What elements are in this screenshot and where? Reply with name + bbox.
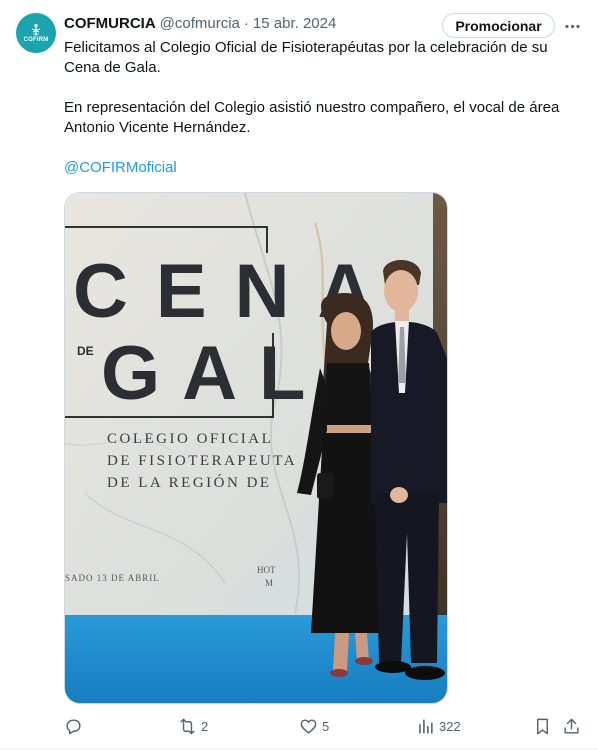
tweet-date[interactable]: 15 abr. 2024 (253, 15, 336, 32)
views-chart-icon (419, 718, 433, 734)
caduceus-figure-icon (31, 23, 41, 36)
share-icon (564, 718, 579, 734)
more-horizontal-icon (564, 24, 580, 28)
tweet-text-paragraph-1: Felicitamos al Colegio Oficial de Fisiot… (64, 39, 548, 76)
photo-scene: CENA DE GALA COLEGIO OFICIAL DE FISIOTER… (65, 193, 447, 703)
banner-date: SADO 13 DE ABRIL (65, 573, 160, 583)
avatar-logo-text: COFIRM (23, 36, 49, 43)
more-options-button[interactable] (560, 14, 584, 38)
views-count: 322 (439, 718, 461, 734)
mention-link[interactable]: @COFIRMoficial (64, 159, 177, 176)
tweet-header: COFMURCIA @cofmurcia · 15 abr. 2024 (64, 13, 336, 33)
bookmark-icon (537, 718, 548, 734)
like-count: 5 (322, 718, 330, 734)
tweet-text: Felicitamos al Colegio Oficial de Fisiot… (64, 38, 584, 178)
heart-icon (300, 718, 317, 734)
promote-button[interactable]: Promocionar (442, 13, 555, 38)
reply-icon (66, 718, 81, 734)
tweet-photo[interactable]: CENA DE GALA COLEGIO OFICIAL DE FISIOTER… (64, 192, 448, 704)
avatar[interactable]: COFIRM (16, 13, 56, 53)
views-button[interactable]: 322 (416, 714, 461, 738)
banner-hotel-1: HOT (257, 565, 276, 575)
tweet-text-paragraph-2: En representación del Colegio asistió nu… (64, 99, 560, 136)
tweet-card[interactable]: COFIRM COFMURCIA @cofmurcia · 15 abr. 20… (0, 0, 598, 750)
like-button[interactable]: 5 (299, 714, 329, 738)
banner-de: DE (77, 344, 94, 358)
reply-button[interactable] (64, 714, 87, 738)
author-display-name[interactable]: COFMURCIA (64, 15, 156, 32)
banner-subtitle-1: COLEGIO OFICIAL (107, 431, 273, 447)
retweet-icon (180, 718, 195, 734)
bookmark-button[interactable] (533, 714, 552, 738)
banner-subtitle-3: DE LA REGIÓN DE (107, 474, 272, 491)
header-separator: · (243, 14, 249, 32)
author-handle[interactable]: @cofmurcia (160, 15, 240, 32)
retweet-button[interactable]: 2 (178, 714, 208, 738)
banner-hotel-2: M (265, 578, 273, 588)
banner-subtitle-2: DE FISIOTERAPEUTA (107, 453, 297, 469)
retweet-count: 2 (201, 718, 209, 734)
share-button[interactable] (562, 714, 581, 738)
tweet-actions: 2 5 322 (64, 714, 584, 738)
